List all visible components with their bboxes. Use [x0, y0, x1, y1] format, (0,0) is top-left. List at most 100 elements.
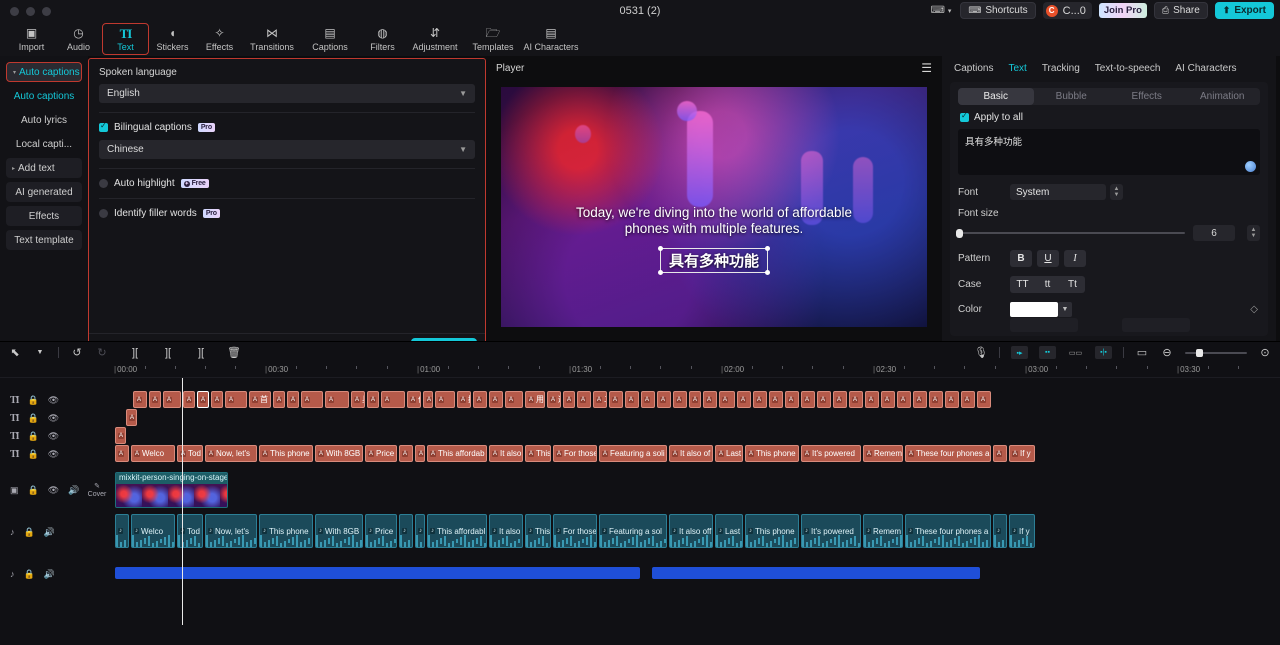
music-clip[interactable] — [115, 567, 640, 579]
text-clip[interactable]: ARemem — [863, 445, 903, 462]
text-clip[interactable]: A握 — [457, 391, 471, 408]
audio-clip[interactable]: ♪ — [993, 514, 1007, 548]
account-button[interactable]: C C...0 — [1043, 2, 1092, 19]
case-upper-button[interactable]: TT — [1010, 276, 1035, 293]
delete-icon[interactable]: 🗑 — [227, 346, 241, 360]
spoken-language-select[interactable]: English ▼ — [99, 84, 475, 103]
eye-icon[interactable]: 👁 — [48, 449, 59, 460]
tab-text-to-speech[interactable]: Text-to-speech — [1095, 63, 1161, 74]
audio-clip[interactable]: ♪It also off — [669, 514, 713, 548]
text-clip[interactable]: AA — [197, 391, 209, 408]
text-clip[interactable]: A — [993, 445, 1007, 462]
text-clip[interactable]: A — [719, 391, 735, 408]
text-content-input[interactable]: 具有多种功能 — [958, 129, 1260, 175]
text-clip[interactable]: A — [367, 391, 379, 408]
text-clip[interactable]: A — [913, 391, 927, 408]
caption-secondary-selected[interactable]: 具有多种功能 — [661, 249, 767, 272]
text-clip[interactable]: A — [865, 391, 879, 408]
text-clip[interactable]: A — [325, 391, 349, 408]
sidebar-header-auto-captions[interactable]: ▾ Auto captions — [6, 62, 82, 82]
track-header-text-3[interactable]: TI 🔒 👁 — [0, 427, 78, 445]
sidebar-item-auto-lyrics[interactable]: Auto lyrics — [6, 110, 82, 130]
share-button[interactable]: ⎙ Share — [1154, 2, 1208, 19]
slider-knob[interactable] — [956, 229, 963, 238]
text-clip[interactable]: A — [577, 391, 591, 408]
text-clip[interactable]: A — [126, 409, 137, 426]
text-clip[interactable]: A — [977, 391, 991, 408]
undo-icon[interactable]: ↺ — [70, 346, 84, 360]
diamond-keyframe-icon[interactable]: ◇ — [1250, 304, 1258, 315]
shortcuts-button[interactable]: ⌨ Shortcuts — [960, 2, 1035, 19]
text-clip[interactable]: A — [423, 391, 433, 408]
window-controls[interactable] — [0, 7, 51, 16]
text-clip[interactable]: A具有 — [351, 391, 365, 408]
text-clip[interactable]: APrice — [365, 445, 397, 462]
text-clip[interactable]: A — [115, 445, 129, 462]
text-clip[interactable]: A — [785, 391, 799, 408]
zoom-out-icon[interactable]: ⊖ — [1160, 346, 1174, 360]
text-clip[interactable]: AIt also of — [669, 445, 713, 462]
ai-assist-icon[interactable] — [1245, 161, 1256, 172]
link-icon[interactable]: ▭▭ — [1067, 346, 1084, 359]
audio-clip[interactable]: ♪It also — [489, 514, 523, 548]
sidebar-item-ai-generated[interactable]: AI generated — [6, 182, 82, 202]
audio-clip[interactable]: ♪ — [399, 514, 413, 548]
tab-ai-characters[interactable]: AI Characters — [1175, 63, 1236, 74]
text-clip[interactable]: A — [225, 391, 247, 408]
audio-clip[interactable]: ♪This phone — [259, 514, 313, 548]
audio-clip[interactable]: ♪Remem — [863, 514, 903, 548]
redo-icon[interactable]: ↻ — [95, 346, 109, 360]
nav-import[interactable]: ▣ Import — [8, 23, 55, 55]
keyboard-layout-button[interactable]: ⌨▾ — [928, 5, 953, 16]
text-clip[interactable]: A — [489, 391, 503, 408]
text-clip[interactable]: A — [149, 391, 161, 408]
text-clip[interactable]: A — [689, 391, 701, 408]
auto-highlight-checkbox[interactable] — [99, 179, 108, 188]
audio-clip[interactable]: ♪Tod — [177, 514, 203, 548]
text-clip[interactable]: A — [641, 391, 655, 408]
segment-basic[interactable]: Basic — [958, 88, 1034, 105]
speaker-icon[interactable]: 🔊 — [44, 569, 55, 580]
eye-icon[interactable]: 👁 — [48, 395, 59, 406]
bold-button[interactable]: B — [1010, 250, 1032, 267]
speaker-icon[interactable]: 🔊 — [44, 527, 55, 538]
text-clip[interactable]: A — [505, 391, 523, 408]
maximize-window-button[interactable] — [42, 7, 51, 16]
text-clip[interactable]: A首 — [249, 391, 271, 408]
font-size-stepper[interactable]: ▲▼ — [1247, 225, 1260, 241]
bilingual-language-select[interactable]: Chinese ▼ — [99, 140, 475, 159]
text-clip[interactable]: AThis phone — [745, 445, 799, 462]
audio-clip[interactable]: ♪Price — [365, 514, 397, 548]
text-clip[interactable]: A — [435, 391, 455, 408]
lock-icon[interactable]: 🔒 — [24, 569, 35, 580]
export-button[interactable]: ⬆ Export — [1215, 2, 1274, 19]
text-clip[interactable]: A — [115, 427, 126, 444]
text-clip[interactable]: AWelco — [131, 445, 175, 462]
nav-ai-characters[interactable]: ▤ AI Characters — [522, 23, 580, 55]
text-clip[interactable]: A — [415, 445, 425, 462]
playhead[interactable] — [182, 378, 183, 625]
case-title-button[interactable]: Tt — [1060, 276, 1085, 293]
text-clip[interactable]: A — [849, 391, 863, 408]
text-clip[interactable]: A — [737, 391, 751, 408]
trim-right-icon[interactable]: ][ — [194, 346, 208, 360]
resize-handle-tl[interactable] — [658, 246, 663, 251]
apply-to-all-checkbox[interactable] — [960, 113, 969, 122]
timeline-ruler[interactable]: 00:00 00:30 01:00 01:30 02:00 02:30 03:0… — [0, 363, 1280, 378]
tool-dropdown-icon[interactable]: ▼ — [33, 346, 47, 360]
track-header-text-4[interactable]: TI 🔒 👁 — [0, 445, 78, 463]
text-clip[interactable]: A — [625, 391, 639, 408]
text-clip[interactable]: A用 — [525, 391, 545, 408]
sidebar-item-local-captions[interactable]: Local capti... — [6, 134, 82, 154]
text-clip[interactable]: AWith 8GB — [315, 445, 363, 462]
video-preview[interactable]: Today, we're diving into the world of af… — [501, 87, 927, 327]
nav-stickers[interactable]: ◖ Stickers — [149, 23, 196, 55]
apply-to-all-row[interactable]: Apply to all — [960, 112, 1260, 123]
track-header-audio-1[interactable]: ♪ 🔒 🔊 — [0, 514, 78, 550]
text-clip[interactable]: A — [133, 391, 147, 408]
resize-handle-br[interactable] — [765, 270, 770, 275]
italic-button[interactable]: I — [1064, 250, 1086, 267]
segment-bubble[interactable]: Bubble — [1034, 88, 1110, 105]
text-clip[interactable]: AThese four phones a — [905, 445, 991, 462]
lock-icon[interactable]: 🔒 — [24, 527, 35, 538]
